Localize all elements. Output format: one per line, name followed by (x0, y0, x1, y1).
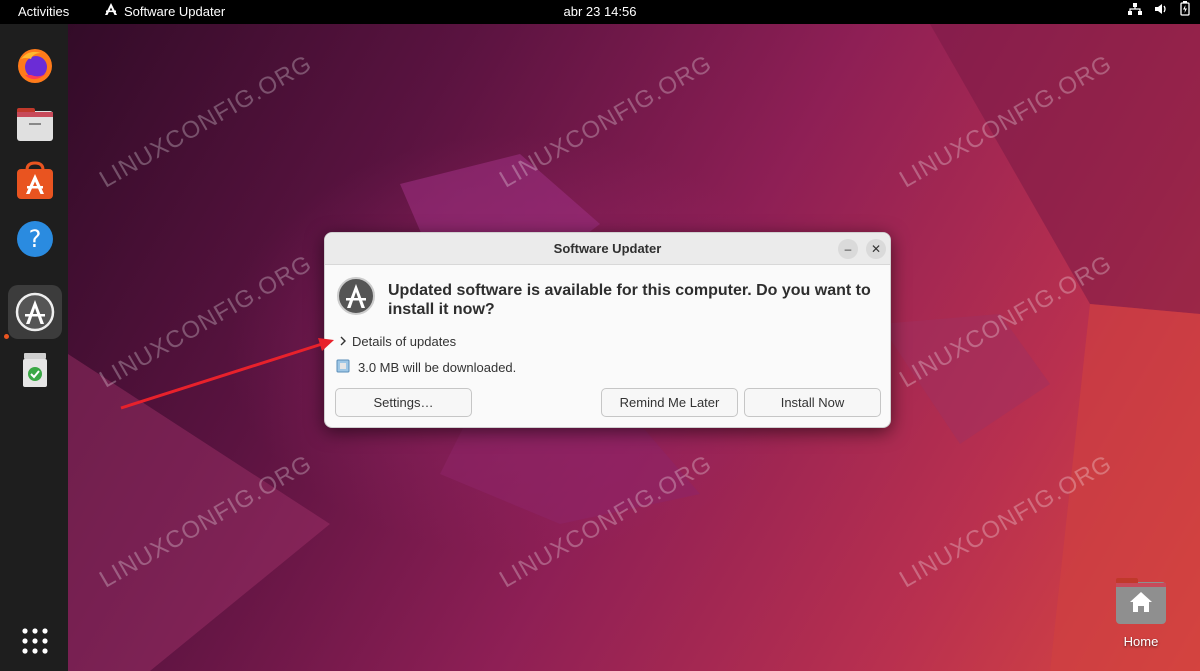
dialog-message: Updated software is available for this c… (388, 282, 871, 318)
minimize-button[interactable]: – (838, 239, 858, 259)
dialog-titlebar[interactable]: Software Updater – ✕ (325, 233, 890, 265)
close-button[interactable]: ✕ (866, 239, 886, 259)
battery-icon (1180, 0, 1190, 24)
close-icon: ✕ (870, 242, 882, 256)
settings-button[interactable]: Settings… (335, 388, 472, 417)
system-tray[interactable] (1128, 0, 1190, 24)
firefox-icon (18, 49, 52, 83)
software-updater-icon (15, 292, 55, 332)
chevron-right-icon (339, 334, 347, 349)
desktop-home-icon[interactable]: Home (1112, 576, 1170, 649)
help-icon: ? (17, 221, 53, 257)
files-icon (17, 108, 53, 141)
apps-grid-icon (22, 628, 48, 654)
remind-later-button[interactable]: Remind Me Later (601, 388, 738, 417)
activities-button[interactable]: Activities (18, 0, 69, 24)
home-folder-icon (1116, 578, 1166, 624)
minimize-icon: – (844, 242, 852, 256)
volume-icon (1154, 0, 1168, 24)
install-now-button[interactable]: Install Now (744, 388, 881, 417)
dock-item-help[interactable]: ? (10, 214, 60, 264)
dock-item-trash[interactable] (10, 344, 60, 394)
download-size: 3.0 MB will be downloaded. (336, 359, 516, 376)
dock-item-software-center[interactable] (10, 156, 60, 206)
dock-item-firefox[interactable] (10, 40, 60, 90)
details-label: Details of updates (352, 334, 457, 349)
package-icon (336, 359, 350, 376)
svg-text:?: ? (29, 225, 42, 253)
software-center-icon (17, 161, 53, 199)
software-updater-dialog: Software Updater – ✕ Updated software is… (324, 232, 891, 428)
app-menu[interactable]: Software Updater (104, 0, 225, 24)
dock-item-files[interactable] (10, 98, 60, 148)
dock-item-software-updater[interactable] (8, 285, 62, 339)
app-menu-label: Software Updater (124, 4, 226, 19)
trash-icon (23, 353, 47, 387)
details-expander[interactable]: Details of updates (339, 334, 456, 349)
show-apps-button[interactable] (10, 616, 60, 666)
software-updater-icon (336, 276, 376, 321)
software-updater-icon (104, 0, 118, 24)
dock: ? (0, 24, 68, 671)
clock[interactable]: abr 23 14:56 (563, 4, 636, 19)
network-icon (1128, 0, 1142, 24)
running-indicator (4, 334, 9, 339)
download-size-label: 3.0 MB will be downloaded. (358, 360, 517, 375)
dialog-title: Software Updater (553, 241, 662, 256)
top-bar: Activities Software Updater abr 23 14:56 (0, 0, 1200, 24)
home-label: Home (1123, 634, 1159, 649)
